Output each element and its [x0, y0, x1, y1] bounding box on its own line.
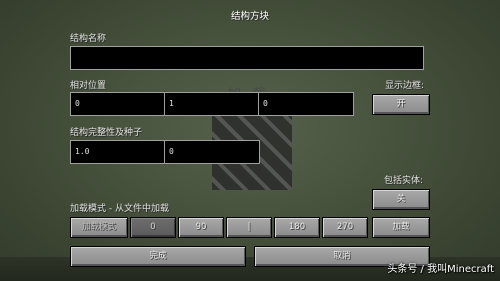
rotate-0-button[interactable]: 0 — [130, 217, 176, 238]
screen-title: 结构方块 — [0, 11, 500, 22]
load-button[interactable]: 加载 — [372, 217, 430, 238]
mode-button[interactable]: 加载模式 — [70, 217, 128, 238]
position-x-input[interactable]: 0 — [70, 92, 165, 116]
structure-name-input[interactable] — [70, 46, 424, 70]
relative-position-label: 相对位置 — [70, 81, 106, 92]
integrity-seed-label: 结构完整性及种子 — [70, 128, 142, 139]
position-z-input[interactable]: 0 — [258, 92, 354, 116]
rotate-270-button[interactable]: 270 — [322, 217, 368, 238]
structure-name-label: 结构名称 — [70, 34, 106, 45]
show-bounding-box-label: 显示边框: — [385, 81, 424, 92]
watermark: 头条号 / 我叫Minecraft — [387, 260, 494, 275]
include-entities-toggle[interactable]: 关 — [372, 189, 430, 210]
seed-input[interactable]: 0 — [164, 140, 260, 164]
integrity-input[interactable]: 1.0 — [70, 140, 165, 164]
rotate-180-button[interactable]: 180 — [274, 217, 320, 238]
done-button[interactable]: 完成 — [70, 246, 246, 267]
include-entities-label: 包括实体: — [384, 176, 423, 187]
load-mode-label: 加载模式 - 从文件中加载 — [70, 204, 169, 215]
mirror-button[interactable]: | — [226, 217, 272, 238]
rotate-90-button[interactable]: 90 — [178, 217, 224, 238]
position-y-input[interactable]: 1 — [164, 92, 259, 116]
show-bounding-box-toggle[interactable]: 开 — [372, 94, 430, 115]
